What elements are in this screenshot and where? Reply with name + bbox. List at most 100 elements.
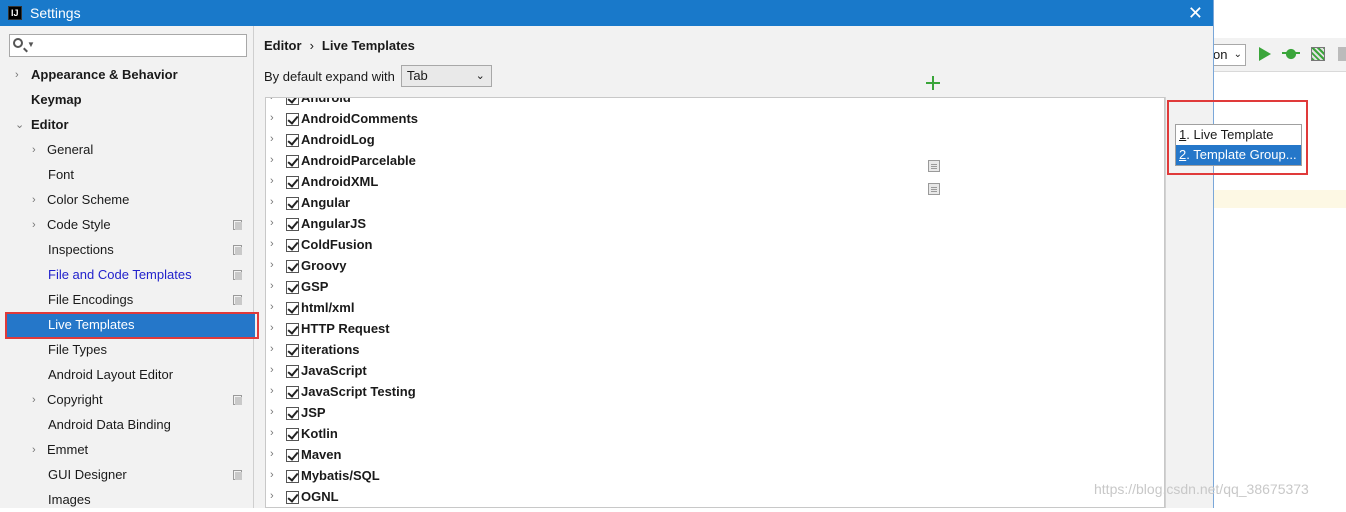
sidebar-item[interactable]: › General xyxy=(0,137,254,162)
group-checkbox[interactable] xyxy=(286,239,299,252)
template-group-row[interactable]: › Android xyxy=(266,98,1164,109)
group-checkbox[interactable] xyxy=(286,491,299,504)
template-group-row[interactable]: › AndroidXML xyxy=(266,172,1164,193)
chevron-right-icon[interactable]: › xyxy=(270,406,274,418)
sidebar-item[interactable]: › Code Style xyxy=(0,212,254,237)
group-checkbox[interactable] xyxy=(286,302,299,315)
chevron-right-icon[interactable]: › xyxy=(270,175,274,187)
template-group-row[interactable]: › ColdFusion xyxy=(266,235,1164,256)
expand-with-select[interactable]: Tab ⌄ xyxy=(400,65,492,87)
template-group-row[interactable]: › GSP xyxy=(266,277,1164,298)
sidebar-item[interactable]: › Emmet xyxy=(0,437,254,462)
template-group-row[interactable]: › html/xml xyxy=(266,298,1164,319)
group-checkbox[interactable] xyxy=(286,386,299,399)
close-icon[interactable]: ✕ xyxy=(1188,3,1203,24)
sidebar-item[interactable]: Android Layout Editor xyxy=(0,362,254,387)
sidebar-item[interactable]: Keymap xyxy=(0,87,254,112)
group-checkbox[interactable] xyxy=(286,344,299,357)
sidebar-item[interactable]: File Types xyxy=(0,337,254,362)
template-group-row[interactable]: › AndroidParcelable xyxy=(266,151,1164,172)
chevron-right-icon[interactable]: › xyxy=(32,144,42,156)
group-checkbox[interactable] xyxy=(286,134,299,147)
run-icon[interactable] xyxy=(1259,47,1271,61)
sidebar-item[interactable]: File Encodings xyxy=(0,287,254,312)
template-group-row[interactable]: › OGNL xyxy=(266,487,1164,507)
chevron-right-icon[interactable]: › xyxy=(270,133,274,145)
group-checkbox[interactable] xyxy=(286,407,299,420)
template-group-row[interactable]: › Maven xyxy=(266,445,1164,466)
sidebar-item[interactable]: Android Data Binding xyxy=(0,412,254,437)
coverage-icon[interactable] xyxy=(1311,47,1325,61)
template-group-row[interactable]: › HTTP Request xyxy=(266,319,1164,340)
group-checkbox[interactable] xyxy=(286,281,299,294)
menu-item-live-template[interactable]: 1. Live Template xyxy=(1176,125,1301,145)
chevron-right-icon[interactable]: › xyxy=(270,385,274,397)
chevron-right-icon[interactable]: › xyxy=(270,490,274,502)
chevron-right-icon[interactable]: › xyxy=(270,196,274,208)
chevron-right-icon[interactable]: › xyxy=(32,444,42,456)
group-checkbox[interactable] xyxy=(286,470,299,483)
template-group-list[interactable]: › Android › AndroidComments › AndroidLog › Andr… xyxy=(265,97,1165,508)
sidebar-item[interactable]: Inspections xyxy=(0,237,254,262)
group-checkbox[interactable] xyxy=(286,365,299,378)
menu-item-template-group[interactable]: 2. Template Group... xyxy=(1176,145,1301,165)
stop-icon[interactable] xyxy=(1338,47,1346,61)
sidebar-item[interactable]: › Color Scheme xyxy=(0,187,254,212)
search-input[interactable]: ▼ xyxy=(9,34,247,57)
group-checkbox[interactable] xyxy=(286,323,299,336)
chevron-right-icon[interactable]: › xyxy=(270,322,274,334)
template-group-row[interactable]: › Mybatis/SQL xyxy=(266,466,1164,487)
sidebar-item[interactable]: File and Code Templates xyxy=(0,262,254,287)
chevron-right-icon[interactable]: › xyxy=(270,301,274,313)
chevron-right-icon[interactable]: › xyxy=(270,154,274,166)
group-checkbox[interactable] xyxy=(286,113,299,126)
template-group-row[interactable]: › JavaScript Testing xyxy=(266,382,1164,403)
chevron-right-icon[interactable]: › xyxy=(270,217,274,229)
run-config-combo[interactable]: on ⌄ xyxy=(1210,44,1246,66)
chevron-right-icon[interactable]: › xyxy=(270,112,274,124)
group-checkbox[interactable] xyxy=(286,428,299,441)
sidebar-item[interactable]: › Appearance & Behavior xyxy=(0,62,254,87)
sidebar-item[interactable]: Live Templates xyxy=(0,312,254,337)
chevron-right-icon[interactable]: › xyxy=(32,194,42,206)
group-checkbox[interactable] xyxy=(286,197,299,210)
copy-template-icon[interactable] xyxy=(928,160,940,172)
group-checkbox[interactable] xyxy=(286,218,299,231)
chevron-right-icon[interactable]: › xyxy=(270,238,274,250)
chevron-right-icon[interactable]: › xyxy=(15,69,25,81)
template-group-row[interactable]: › AndroidLog xyxy=(266,130,1164,151)
group-checkbox[interactable] xyxy=(286,260,299,273)
debug-icon[interactable] xyxy=(1282,46,1300,62)
chevron-right-icon[interactable]: › xyxy=(270,259,274,271)
template-info-icon[interactable] xyxy=(928,183,940,195)
template-group-row[interactable]: › AndroidComments xyxy=(266,109,1164,130)
add-icon[interactable] xyxy=(926,76,940,90)
breadcrumb-parent[interactable]: Editor xyxy=(264,38,302,53)
template-group-row[interactable]: › JSP xyxy=(266,403,1164,424)
group-checkbox[interactable] xyxy=(286,176,299,189)
chevron-right-icon[interactable]: › xyxy=(32,394,42,406)
chevron-right-icon[interactable]: › xyxy=(270,343,274,355)
template-group-row[interactable]: › Kotlin xyxy=(266,424,1164,445)
template-group-row[interactable]: › Angular xyxy=(266,193,1164,214)
chevron-right-icon[interactable]: › xyxy=(270,98,274,103)
sidebar-item[interactable]: ⌄ Editor xyxy=(0,112,254,137)
chevron-right-icon[interactable]: › xyxy=(270,280,274,292)
group-checkbox[interactable] xyxy=(286,155,299,168)
template-group-row[interactable]: › AngularJS xyxy=(266,214,1164,235)
group-checkbox[interactable] xyxy=(286,98,299,105)
sidebar-item[interactable]: Font xyxy=(0,162,254,187)
group-checkbox[interactable] xyxy=(286,449,299,462)
chevron-down-icon[interactable]: ⌄ xyxy=(15,118,25,131)
sidebar-item[interactable]: Images xyxy=(0,487,254,512)
chevron-right-icon[interactable]: › xyxy=(270,427,274,439)
template-group-row[interactable]: › iterations xyxy=(266,340,1164,361)
chevron-right-icon[interactable]: › xyxy=(270,469,274,481)
chevron-right-icon[interactable]: › xyxy=(270,364,274,376)
chevron-right-icon[interactable]: › xyxy=(270,448,274,460)
template-group-row[interactable]: › Groovy xyxy=(266,256,1164,277)
sidebar-item[interactable]: GUI Designer xyxy=(0,462,254,487)
chevron-right-icon[interactable]: › xyxy=(32,219,42,231)
template-group-row[interactable]: › JavaScript xyxy=(266,361,1164,382)
sidebar-item[interactable]: › Copyright xyxy=(0,387,254,412)
